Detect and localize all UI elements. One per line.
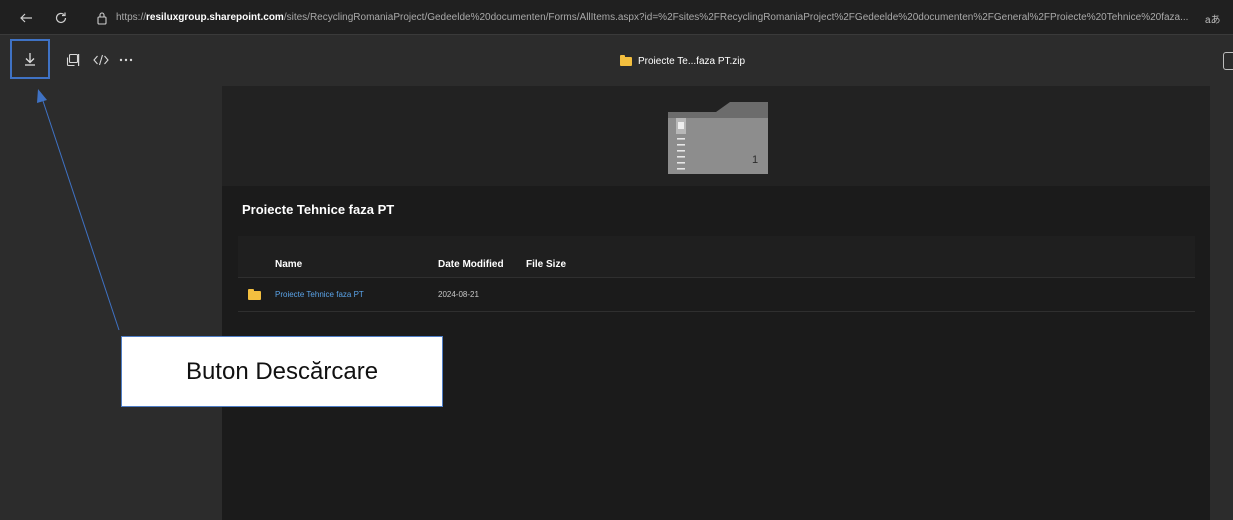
folder-icon bbox=[248, 289, 261, 300]
code-icon bbox=[93, 54, 109, 66]
zip-preview-panel: 1 Proiecte Tehnice faza PT Name Date Mod… bbox=[222, 86, 1210, 520]
more-icon bbox=[119, 58, 133, 62]
lock-icon[interactable] bbox=[95, 11, 109, 25]
row-name-link[interactable]: Proiecte Tehnice faza PT bbox=[275, 290, 364, 299]
download-button[interactable] bbox=[10, 39, 50, 79]
file-title: Proiecte Te...faza PT.zip bbox=[620, 53, 745, 69]
column-header-name[interactable]: Name bbox=[275, 259, 302, 270]
table-header: Name Date Modified File Size bbox=[238, 236, 1195, 278]
reader-mode-icon[interactable]: aあ bbox=[1205, 11, 1221, 26]
url-prefix: https:// bbox=[116, 12, 147, 23]
annotation-label: Buton Descărcare bbox=[185, 357, 379, 385]
more-options-button[interactable] bbox=[115, 48, 137, 72]
toolbar-divider bbox=[74, 48, 84, 72]
back-icon[interactable] bbox=[16, 8, 36, 28]
url-path: /sites/RecyclingRomaniaProject/Gedeelde%… bbox=[283, 12, 1189, 23]
viewer-toolbar: Proiecte Te...faza PT.zip bbox=[0, 36, 1233, 86]
embed-button[interactable] bbox=[90, 48, 112, 72]
zip-hero: 1 bbox=[222, 86, 1210, 186]
url-host: resiluxgroup.sharepoint.com bbox=[146, 12, 284, 23]
page: https://resiluxgroup.sharepoint.com/site… bbox=[0, 0, 1233, 520]
zip-item-count: 1 bbox=[752, 154, 759, 166]
column-header-date-modified[interactable]: Date Modified bbox=[438, 259, 504, 270]
refresh-icon[interactable] bbox=[51, 8, 71, 28]
row-date-modified: 2024-08-21 bbox=[438, 290, 479, 299]
panel-title: Proiecte Tehnice faza PT bbox=[242, 202, 395, 217]
file-table: Name Date Modified File Size Proiecte Te… bbox=[238, 236, 1195, 312]
file-title-text: Proiecte Te...faza PT.zip bbox=[638, 55, 746, 67]
table-row[interactable]: Proiecte Tehnice faza PT 2024-08-21 bbox=[238, 278, 1195, 312]
column-header-file-size[interactable]: File Size bbox=[526, 259, 566, 270]
zip-folder-icon bbox=[620, 54, 632, 66]
panel-toggle-button[interactable] bbox=[1223, 52, 1233, 70]
annotation-callout: Buton Descărcare bbox=[121, 336, 443, 407]
download-icon bbox=[25, 53, 35, 66]
browser-address-bar: https://resiluxgroup.sharepoint.com/site… bbox=[0, 0, 1233, 35]
url-field[interactable]: https://resiluxgroup.sharepoint.com/site… bbox=[116, 11, 1196, 25]
